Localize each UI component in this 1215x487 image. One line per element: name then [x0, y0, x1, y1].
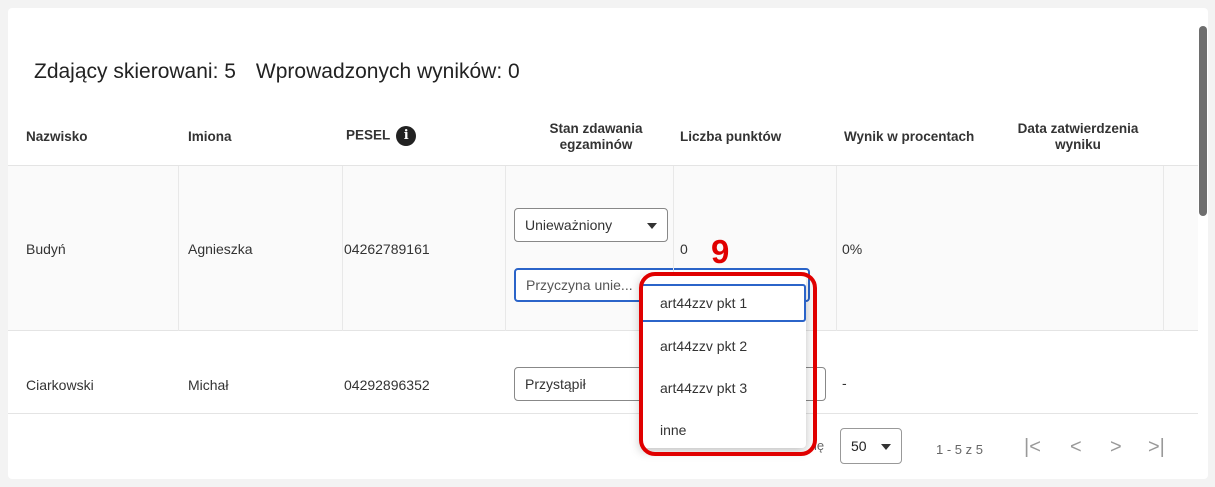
dropdown-option[interactable]: art44zzv pkt 1: [640, 284, 806, 322]
info-icon[interactable]: i: [396, 126, 417, 146]
column-divider: [505, 166, 506, 331]
summary-bar: Zdający skierowani: 5 Wprowadzonych wyni…: [34, 60, 520, 84]
entered-count: Wprowadzonych wyników: 0: [255, 60, 520, 83]
next-page-button[interactable]: >: [1110, 436, 1122, 459]
cell-names: Agnieszka: [188, 241, 253, 257]
exam-status-value: Przystąpił: [525, 376, 586, 392]
chevron-down-icon: [881, 444, 891, 450]
cell-points: 0: [680, 241, 688, 257]
prev-page-button[interactable]: <: [1070, 436, 1082, 459]
exam-status-select[interactable]: Unieważniony: [514, 208, 668, 242]
header-approval-line2: wyniku: [1055, 137, 1101, 152]
pagination-range: 1 - 5 z 5: [936, 442, 983, 457]
annulment-reason-placeholder: Przyczyna unie...: [526, 277, 633, 293]
annotation-number: 9: [711, 233, 730, 270]
header-exam-status: Stan zdawania egzaminów: [526, 121, 666, 153]
column-divider: [1163, 166, 1164, 331]
column-divider: [178, 166, 179, 331]
header-pesel-label: PESEL: [346, 127, 391, 143]
cell-surname: Budyń: [26, 241, 66, 257]
column-divider: [342, 166, 343, 331]
last-page-button[interactable]: >|: [1148, 436, 1165, 459]
chevron-down-icon: [647, 223, 657, 229]
cell-percent: -: [842, 375, 847, 391]
header-surname: Nazwisko: [26, 129, 88, 144]
rows-per-page-value: 50: [851, 438, 867, 454]
exam-status-value: Unieważniony: [525, 217, 613, 233]
dropdown-option[interactable]: art44zzv pkt 3: [640, 369, 806, 407]
cell-surname: Ciarkowski: [26, 377, 94, 393]
rows-per-page-select[interactable]: 50: [840, 428, 902, 464]
header-approval-date: Data zatwierdzenia wyniku: [998, 121, 1158, 153]
table-header: Nazwisko Imiona PESEL i Stan zdawania egz…: [8, 108, 1198, 166]
table-footer: ię 50 1 - 5 z 5 |< < > >|: [8, 413, 1198, 479]
dropdown-option[interactable]: art44zzv pkt 2: [640, 327, 806, 365]
header-points: Liczba punktów: [680, 129, 782, 144]
table-row: Budyń Agnieszka 04262789161 Unieważniony…: [8, 166, 1198, 331]
first-page-button[interactable]: |<: [1024, 436, 1041, 459]
assigned-count: Zdający skierowani: 5: [34, 60, 236, 83]
cell-pesel: 04262789161: [344, 241, 430, 257]
cell-percent: 0%: [842, 241, 863, 257]
cell-names: Michał: [188, 377, 229, 393]
header-approval-line1: Data zatwierdzenia: [1017, 121, 1139, 136]
column-divider: [836, 166, 837, 331]
header-exam-status-line1: Stan zdawania: [549, 121, 643, 136]
results-card: Zdający skierowani: 5 Wprowadzonych wyni…: [8, 8, 1208, 479]
header-pesel: PESEL i: [346, 126, 417, 146]
header-percent: Wynik w procentach: [844, 129, 975, 144]
cell-pesel: 04292896352: [344, 377, 430, 393]
vertical-scrollbar[interactable]: [1199, 26, 1207, 216]
header-exam-status-line2: egzaminów: [559, 137, 633, 152]
rows-per-page-label: ię: [814, 438, 825, 453]
header-names: Imiona: [188, 129, 232, 144]
annulment-reason-dropdown: art44zzv pkt 1 art44zzv pkt 2 art44zzv p…: [640, 276, 806, 448]
dropdown-option[interactable]: inne: [640, 411, 806, 449]
table-row: Ciarkowski Michał 04292896352 Przystąpił…: [8, 331, 1198, 413]
